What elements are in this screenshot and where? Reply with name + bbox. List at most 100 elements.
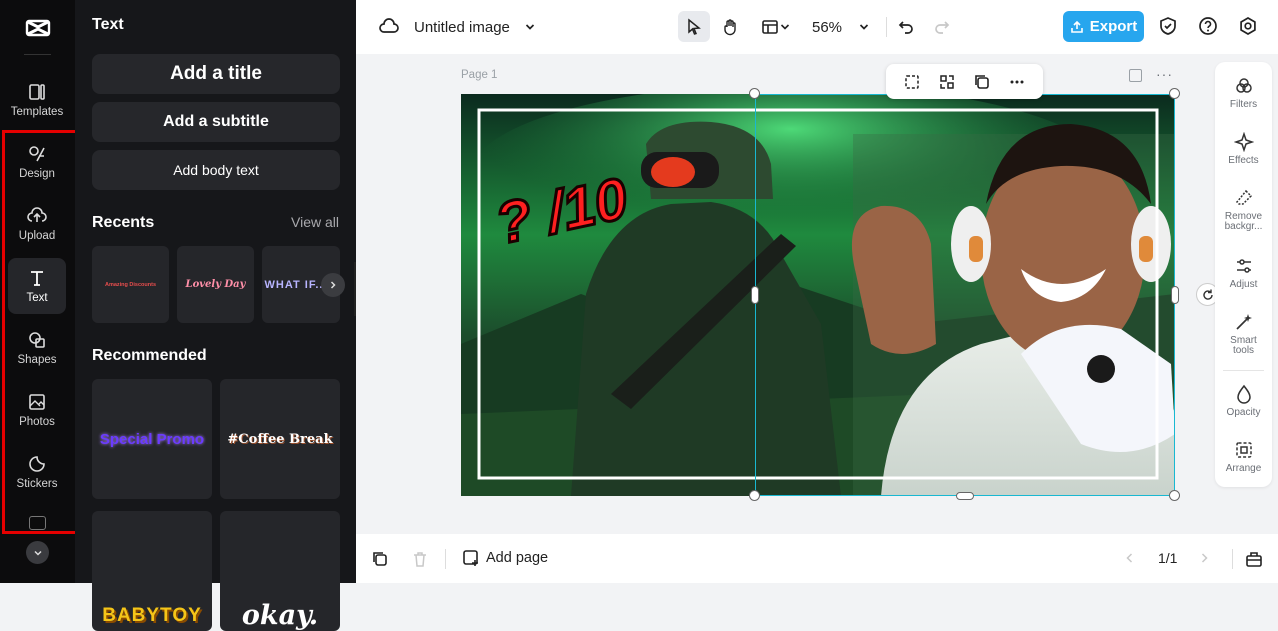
crop-select-icon[interactable]: [903, 73, 921, 91]
eraser-icon: [1235, 189, 1252, 205]
templates-icon: [29, 84, 45, 100]
add-page-icon: [463, 550, 478, 566]
chevron-left-icon[interactable]: [1124, 552, 1136, 564]
recent-text-style[interactable]: Amazing Discounts: [92, 246, 169, 323]
text-panel: Text Add a title Add a subtitle Add body…: [75, 0, 356, 631]
chevron-right-icon: [330, 281, 336, 289]
hand-tool-button[interactable]: [716, 11, 746, 42]
canvas-area: Page 1 ··· ? /10 Filters Effects Remove …: [356, 54, 1278, 534]
arrange-icon: [1235, 442, 1252, 458]
undo-icon: [898, 21, 913, 34]
panel-title: Text: [92, 16, 124, 33]
chevron-right-icon[interactable]: [1198, 552, 1210, 564]
effects-tool[interactable]: Effects: [1215, 132, 1272, 166]
recommended-text-style[interactable]: okay.: [220, 511, 340, 631]
cloud-save-button[interactable]: [378, 16, 400, 38]
add-body-text-button[interactable]: Add body text: [92, 150, 340, 190]
add-title-button[interactable]: Add a title: [92, 54, 340, 94]
zoom-level[interactable]: 56%: [812, 16, 842, 38]
resize-handle[interactable]: [749, 490, 760, 501]
duplicate-page-icon[interactable]: [1129, 69, 1142, 82]
more-options-icon[interactable]: [1008, 73, 1026, 91]
duplicate-icon[interactable]: [973, 73, 991, 91]
recent-preview: WHAT IF..: [264, 278, 324, 291]
left-rail: Templates Design Upload Text Shapes Phot…: [0, 0, 81, 583]
recent-text-style[interactable]: Lovely Day: [177, 246, 254, 323]
capcut-logo[interactable]: [24, 14, 52, 42]
resize-handle[interactable]: [751, 286, 759, 304]
chevron-down-icon: [525, 24, 535, 30]
export-button[interactable]: Export: [1063, 11, 1144, 42]
tool-label: Smart tools: [1230, 335, 1257, 356]
tool-label: Effects: [1228, 155, 1259, 166]
recommended-heading: Recommended: [92, 347, 207, 364]
recommended-text-style[interactable]: Special Promo: [92, 379, 212, 499]
smart-tools-tool[interactable]: Smart tools: [1215, 312, 1272, 356]
recommended-text-style[interactable]: #Coffee Break: [220, 379, 340, 499]
page-more-icon[interactable]: ···: [1156, 66, 1173, 82]
tool-label: Opacity: [1226, 407, 1261, 418]
highlight-box: [2, 130, 81, 534]
chevron-down-icon: [33, 550, 42, 556]
hand-icon: [724, 18, 736, 35]
opacity-tool[interactable]: Opacity: [1215, 384, 1272, 418]
resize-handle[interactable]: [749, 88, 760, 99]
top-toolbar: Untitled image 56% Export: [356, 0, 1278, 54]
tool-label: Filters: [1229, 99, 1258, 110]
layout-menu-button[interactable]: [756, 11, 796, 42]
select-tool-button[interactable]: [678, 11, 710, 42]
selection-box: [755, 94, 1175, 496]
resize-handle[interactable]: [1169, 88, 1180, 99]
view-all-link[interactable]: View all: [291, 214, 339, 230]
recommended-preview: okay.: [241, 600, 319, 631]
arrange-tool[interactable]: Arrange: [1215, 440, 1272, 474]
recent-preview: Amazing Discounts: [104, 281, 157, 288]
export-icon: [1070, 20, 1083, 33]
rail-item-templates[interactable]: Templates: [8, 72, 66, 128]
resize-handle[interactable]: [1171, 286, 1179, 304]
cursor-icon: [688, 17, 701, 35]
add-subtitle-button[interactable]: Add a subtitle: [92, 102, 340, 142]
help-button[interactable]: [1197, 15, 1219, 37]
recommended-text-style[interactable]: BABYTOY: [92, 511, 212, 631]
filters-tool[interactable]: Filters: [1215, 76, 1272, 110]
recents-heading: Recents: [92, 214, 155, 231]
title-menu-button[interactable]: [520, 16, 540, 38]
resize-handle[interactable]: [956, 492, 974, 500]
bottom-divider: [445, 549, 446, 569]
zoom-menu-button[interactable]: [854, 16, 874, 38]
resize-handle[interactable]: [1169, 490, 1180, 501]
expand-rail-button[interactable]: [26, 541, 49, 564]
shield-button[interactable]: [1157, 15, 1179, 37]
briefcase-icon[interactable]: [1245, 550, 1263, 568]
tool-label: Adjust: [1229, 279, 1258, 290]
bottom-bar: Add page 1/1: [356, 534, 1278, 583]
export-label: Export: [1089, 18, 1138, 35]
redo-button[interactable]: [931, 16, 953, 38]
bottom-divider: [1232, 549, 1233, 569]
right-tools-panel: Filters Effects Remove backgr... Adjust …: [1215, 62, 1272, 487]
remove-background-tool[interactable]: Remove backgr...: [1215, 188, 1272, 232]
cloud-icon: [379, 18, 399, 33]
recents-next-button[interactable]: [321, 273, 345, 297]
rail-separator: [24, 54, 51, 55]
effects-icon: [1233, 132, 1254, 152]
recommended-preview: Special Promo: [99, 430, 205, 448]
settings-button[interactable]: [1237, 15, 1259, 37]
add-page-button[interactable]: Add page: [462, 549, 548, 567]
toolbar-divider: [886, 17, 887, 37]
redo-icon: [935, 21, 950, 34]
chevron-down-icon: [780, 23, 790, 30]
adjust-tool[interactable]: Adjust: [1215, 256, 1272, 290]
chevron-down-icon: [859, 24, 869, 30]
replace-icon[interactable]: [938, 73, 956, 91]
undo-button[interactable]: [895, 16, 917, 38]
trash-icon[interactable]: [411, 550, 429, 568]
page-label: Page 1: [461, 69, 498, 81]
recommended-preview: #Coffee Break: [227, 431, 333, 447]
document-title[interactable]: Untitled image: [414, 16, 510, 38]
recommended-preview: BABYTOY: [102, 605, 202, 626]
layout-icon: [762, 19, 778, 34]
duplicate-page-icon[interactable]: [371, 550, 389, 568]
help-icon: [1199, 17, 1217, 35]
